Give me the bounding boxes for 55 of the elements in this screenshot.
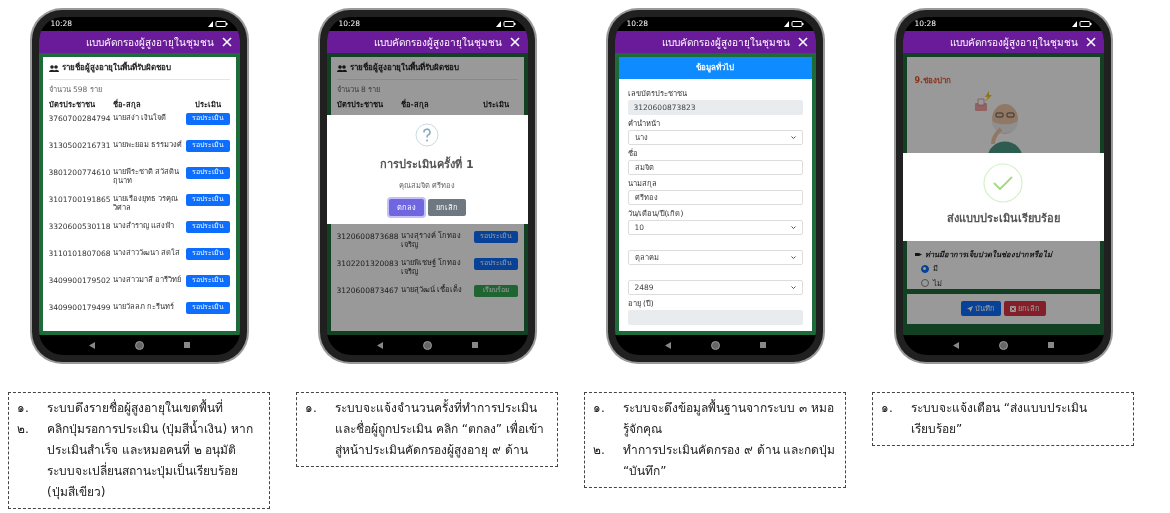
app-title: แบบคัดกรองผู้สูงอายุในชุมชน [661, 35, 790, 50]
back-nav-icon[interactable] [88, 341, 95, 349]
caption-text: ระบบจะแจ้งจำนวนครั้งที่ทำการประเมิน และชื่อผู้ถูกประเมิน คลิก “ตกลง” เพื่อเข้าสู่หน้าประเมินคัดกรองผู้สูงอายุ ๙ ด้าน [335, 398, 545, 460]
back-nav-icon[interactable] [376, 341, 383, 349]
signal-battery-icon [1071, 21, 1092, 27]
card-title: รายชื่อผู้สูงอายุในพื้นที่รับผิดชอบ [349, 62, 459, 74]
list-marker: ๑. [17, 400, 30, 417]
pointing-hand-icon [914, 252, 922, 258]
list-marker: ๒. [593, 442, 606, 459]
signal-battery-icon [495, 21, 516, 27]
close-icon[interactable] [509, 37, 520, 47]
users-icon [336, 64, 347, 72]
caption-text: ระบบจะดึงข้อมูลพื้นฐานจากระบบ ๓ หมอรู้จักคุณ [623, 398, 835, 439]
app-title: แบบคัดกรองผู้สูงอายุในชุมชน [373, 35, 502, 50]
users-icon [48, 64, 59, 72]
list-marker: ๑. [881, 400, 894, 417]
chevron-down-icon [790, 256, 796, 259]
caption-text: ระบบดึงรายชื่อผู้สูงอายุในเขตพื้นที่ [47, 398, 223, 418]
app-title: แบบคัดกรองผู้สูงอายุในชุมชน [949, 35, 1078, 50]
send-icon [966, 305, 973, 312]
chevron-down-icon [790, 136, 796, 139]
chevron-down-icon [790, 226, 796, 229]
caption-text: ทำการประเมินคัดกรอง ๙ ด้าน และกดปุ่ม “บันทึก” [623, 442, 837, 480]
question-icon [415, 123, 439, 147]
card-title: รายชื่อผู้สูงอายุในพื้นที่รับผิดชอบ [61, 62, 171, 74]
home-nav-icon[interactable] [134, 340, 144, 350]
section-heading: 9.ช่องปาก [914, 75, 953, 87]
close-icon[interactable] [221, 37, 232, 47]
recents-nav-icon[interactable] [1047, 342, 1054, 348]
app-title: แบบคัดกรองผู้สูงอายุในชุมชน [85, 35, 214, 50]
radio-button[interactable] [920, 264, 929, 273]
dialog-title: การประเมินครั้งที่ 1 [380, 157, 474, 173]
home-nav-icon[interactable] [998, 340, 1008, 350]
home-nav-icon[interactable] [422, 340, 432, 350]
recents-nav-icon[interactable] [471, 342, 478, 348]
list-marker: ๒. [17, 421, 30, 438]
dialog-title: ส่งแบบประเมินเรียบร้อย [946, 211, 1060, 227]
back-nav-icon[interactable] [664, 341, 671, 349]
signal-battery-icon [207, 21, 228, 27]
home-nav-icon[interactable] [710, 340, 720, 350]
chevron-down-icon [790, 286, 796, 289]
back-nav-icon[interactable] [952, 341, 959, 349]
check-icon [983, 163, 1023, 203]
list-marker: ๑. [593, 400, 606, 417]
list-marker: ๑. [305, 400, 318, 417]
section-title: ข้อมูลทั่วไป [696, 62, 734, 74]
radio-button[interactable] [920, 279, 929, 288]
recents-nav-icon[interactable] [759, 342, 766, 348]
recents-nav-icon[interactable] [183, 342, 190, 348]
signal-battery-icon [783, 21, 804, 27]
close-icon[interactable] [797, 37, 808, 47]
close-square-icon [1009, 305, 1016, 312]
caption-text: ระบบจะแจ้งเตือน “ส่งแบบประเมินเรียบร้อย” [911, 400, 1089, 438]
caption-text: คลิกปุ่มรอการประเมิน (ปุ่มสีน้ำเงิน) หากประเมินสำเร็จ และหมอคนที่ ๒ อนุมัติ ระบบจะเปลี่ยนสถานะปุ่มเป็นเรียบร้อย (ปุ่มสีเขียว) [47, 419, 254, 502]
close-icon[interactable] [1085, 37, 1096, 47]
